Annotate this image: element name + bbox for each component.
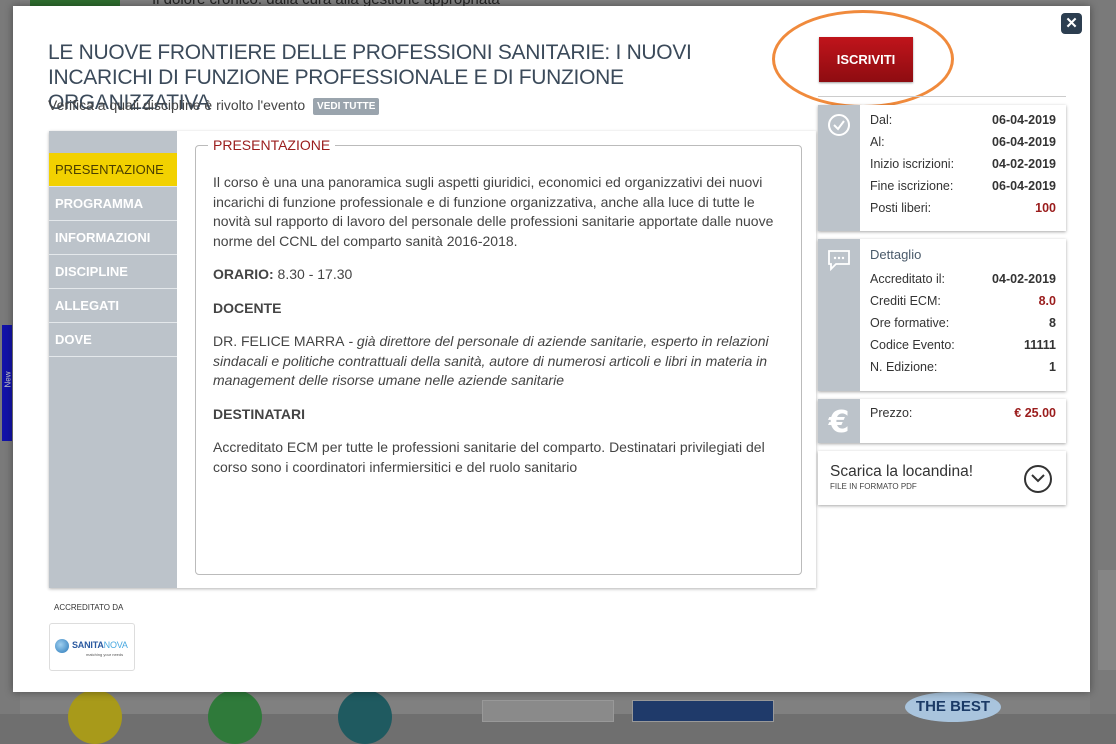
logo-main: SANITA — [72, 640, 104, 650]
row-value: 04-02-2019 — [992, 157, 1056, 171]
docente-heading: DOCENTE — [213, 299, 282, 316]
discipline-hint-text: Verifica a quali discipline è rivolto l'… — [48, 97, 306, 113]
row-label: Fine iscrizione: — [870, 179, 954, 193]
row-label: Accreditato il: — [870, 272, 946, 286]
row-value: 8.0 — [1038, 294, 1056, 308]
row-value: 8 — [1049, 316, 1056, 330]
row-value: 04-02-2019 — [992, 272, 1056, 286]
orario-label: ORARIO: — [213, 266, 274, 282]
logo-tagline: matching your needs — [86, 652, 124, 657]
background-badge: THE BEST — [905, 692, 1001, 722]
price-row: Prezzo: € 25.00 — [870, 403, 1056, 423]
detail-row: Ore formative: 8 — [870, 313, 1056, 333]
panel-body: Il corso è una una panoramica sugli aspe… — [213, 173, 785, 491]
discipline-hint: Verifica a quali discipline è rivolto l'… — [48, 97, 380, 115]
dates-card: Dal: 06-04-2019 Al: 06-04-2019 Inizio iscr… — [818, 105, 1066, 231]
detail-row: Crediti ECM: 8.0 — [870, 291, 1056, 311]
divider — [818, 96, 1066, 97]
presentazione-panel: PRESENTAZIONE Il corso è una una panoram… — [195, 137, 802, 575]
euro-icon: € — [828, 405, 850, 440]
detail-row: Codice Evento: 11111 — [870, 335, 1056, 355]
detail-heading: Dettaglio — [870, 247, 922, 262]
nav-item-dove[interactable]: DOVE — [49, 323, 177, 357]
date-row: Fine iscrizione: 06-04-2019 — [870, 176, 1056, 196]
row-value: 06-04-2019 — [992, 113, 1056, 127]
docente-text: DR. FELICE MARRA - già direttore del per… — [213, 332, 785, 391]
comment-icon — [827, 249, 851, 277]
clock-icon — [827, 113, 851, 143]
nav-item-informazioni[interactable]: INFORMAZIONI — [49, 221, 177, 255]
orario-line: ORARIO: 8.30 - 17.30 — [213, 265, 785, 285]
nav-item-discipline[interactable]: DISCIPLINE — [49, 255, 177, 289]
row-label: Ore formative: — [870, 316, 950, 330]
date-row: Dal: 06-04-2019 — [870, 110, 1056, 130]
date-row: Inizio iscrizioni: 04-02-2019 — [870, 154, 1056, 174]
price-card: € Prezzo: € 25.00 — [818, 399, 1066, 443]
download-subtitle: FILE IN FORMATO PDF — [830, 482, 917, 491]
background-card — [632, 700, 774, 722]
background-right-panel — [1098, 570, 1116, 670]
date-row: Al: 06-04-2019 — [870, 132, 1056, 152]
background-circle-icon — [68, 690, 122, 744]
background-card — [482, 700, 614, 722]
logo-accent: NOVA — [103, 640, 128, 650]
nav-item-allegati[interactable]: ALLEGATI — [49, 289, 177, 323]
close-icon: ✕ — [1065, 15, 1078, 32]
background-circle-icon — [338, 690, 392, 744]
close-button[interactable]: ✕ — [1061, 13, 1082, 34]
side-tab-label: New — [3, 371, 13, 388]
docente-name: DR. FELICE MARRA — [213, 333, 345, 349]
row-label: Al: — [870, 135, 885, 149]
detail-row: Accreditato il: 04-02-2019 — [870, 269, 1056, 289]
row-value: 06-04-2019 — [992, 135, 1056, 149]
row-value: 06-04-2019 — [992, 179, 1056, 193]
orario-value: 8.30 - 17.30 — [273, 266, 353, 282]
background-circle-icon — [208, 690, 262, 744]
row-label: Dal: — [870, 113, 893, 127]
course-intro: Il corso è una una panoramica sugli aspe… — [213, 174, 774, 249]
download-flyer-button[interactable]: Scarica la locandina! FILE IN FORMATO PD… — [818, 451, 1066, 505]
nav-item-presentazione[interactable]: PRESENTAZIONE — [49, 153, 177, 187]
accreditation-logo[interactable]: SANITANOVA matching your needs — [49, 623, 135, 671]
detail-card: Dettaglio Accreditato il: 04-02-2019 Cred… — [818, 239, 1066, 391]
row-label: Codice Evento: — [870, 338, 955, 352]
price-label: Prezzo: — [870, 406, 913, 420]
panel-legend: PRESENTAZIONE — [208, 137, 336, 153]
iscriviti-button[interactable]: ISCRIVITI — [819, 37, 913, 82]
nav-item-programma[interactable]: PROGRAMMA — [49, 187, 177, 221]
background-side-tab: New — [2, 325, 13, 441]
chevron-down-circle-icon — [1024, 465, 1052, 493]
logo-text: SANITANOVA — [72, 640, 128, 650]
row-value: 11111 — [1023, 338, 1056, 352]
destinatari-heading: DESTINATARI — [213, 405, 306, 422]
logo-globe-icon — [55, 639, 69, 653]
download-title: Scarica la locandina! — [830, 463, 974, 480]
content-box: PRESENTAZIONE PROGRAMMA INFORMAZIONI DIS… — [49, 131, 816, 588]
destinatari-text: Accreditato ECM per tutte le professioni… — [213, 439, 765, 475]
row-value: 1 — [1049, 360, 1056, 374]
row-label: Inizio iscrizioni: — [870, 157, 955, 171]
price-value: € 25.00 — [1014, 406, 1056, 420]
row-label: Posti liberi: — [870, 201, 932, 215]
row-value: 100 — [1035, 201, 1056, 215]
detail-row: N. Edizione: 1 — [870, 357, 1056, 377]
row-label: N. Edizione: — [870, 360, 938, 374]
row-label: Crediti ECM: — [870, 294, 941, 308]
accreditation-label: ACCREDITATO DA — [54, 603, 124, 612]
seats-row: Posti liberi: 100 — [870, 198, 1056, 218]
vedi-tutte-button[interactable]: VEDI TUTTE — [313, 98, 380, 115]
section-nav: PRESENTAZIONE PROGRAMMA INFORMAZIONI DIS… — [49, 131, 177, 588]
